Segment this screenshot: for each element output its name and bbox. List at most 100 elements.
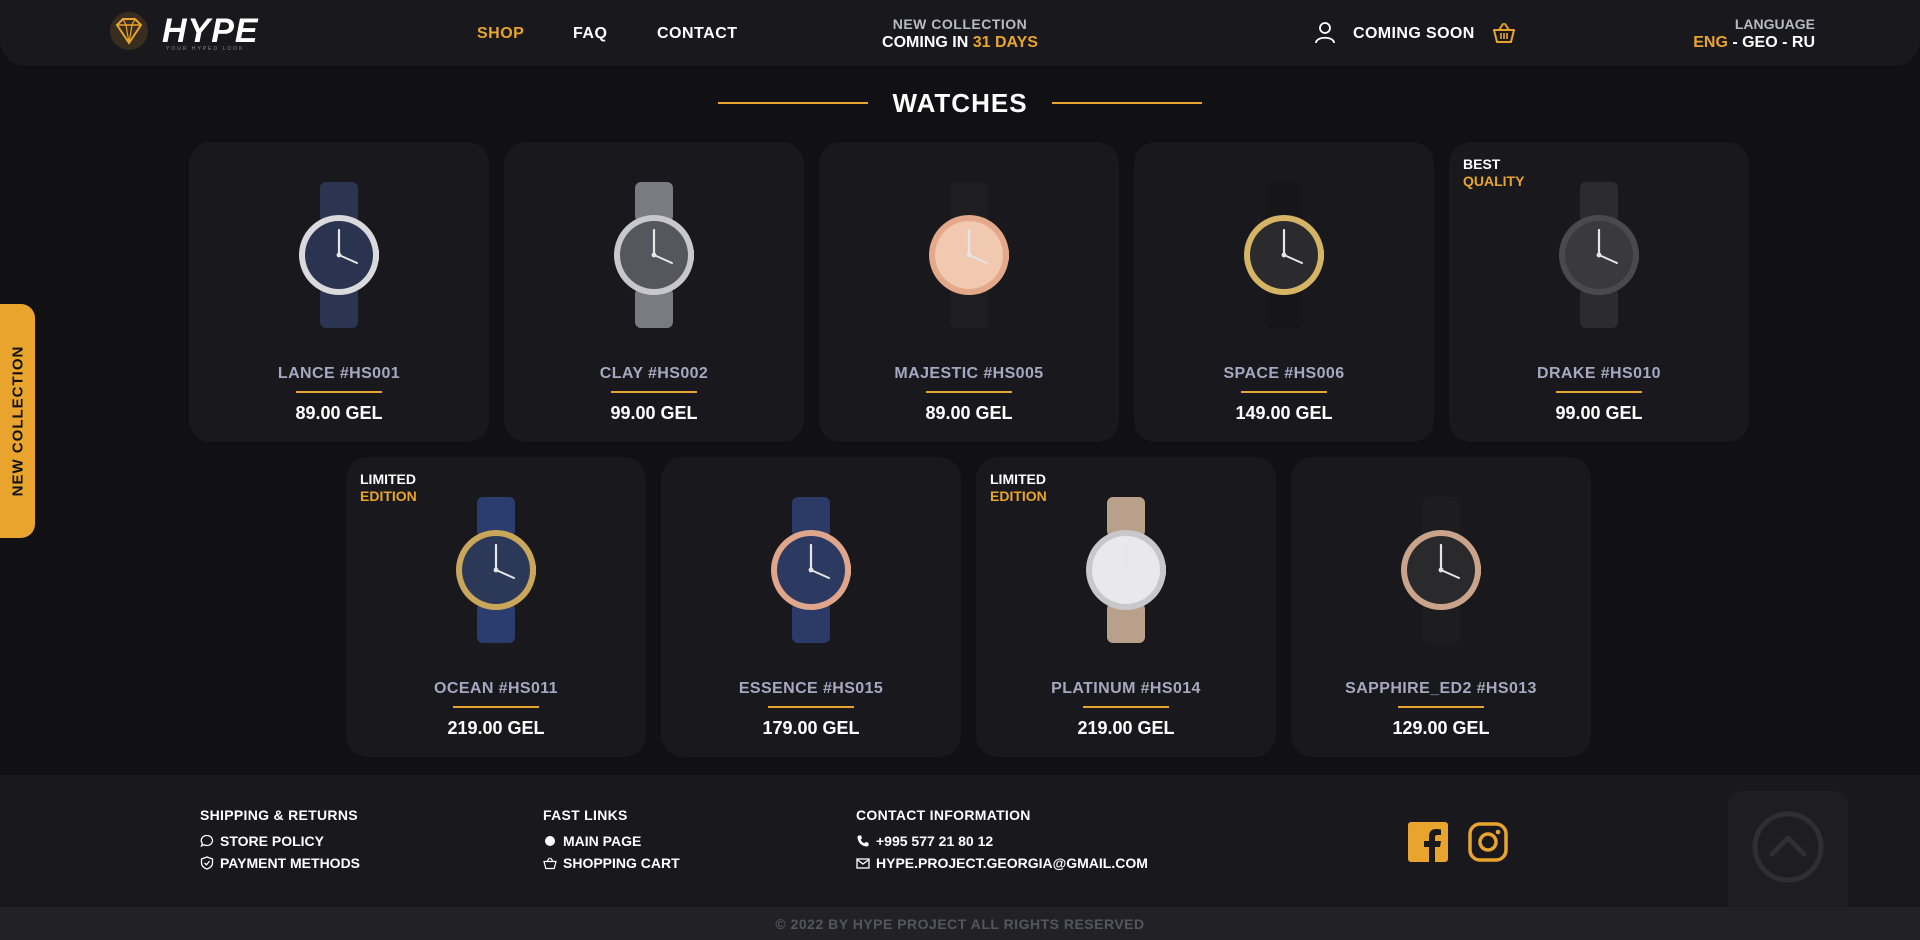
- watch-image: [614, 182, 694, 328]
- store-policy-label: STORE POLICY: [220, 833, 324, 849]
- product-badge: LIMITED EDITION: [360, 471, 417, 505]
- product-card[interactable]: BEST QUALITY DRAKE #HS010 99.00 GEL: [1449, 142, 1749, 442]
- product-name[interactable]: SPACE #HS006: [1134, 365, 1434, 383]
- product-divider: [1083, 706, 1169, 708]
- product-card[interactable]: CLAY #HS002 99.00 GEL: [504, 142, 804, 442]
- days-remaining: 31 DAYS: [972, 34, 1038, 51]
- brand-tagline: YOUR HYPED LOOK: [166, 46, 245, 52]
- badge-line-1: LIMITED: [990, 471, 1046, 487]
- badge-line-2: QUALITY: [1463, 173, 1525, 189]
- watch-image: [1559, 182, 1639, 328]
- product-card[interactable]: ESSENCE #HS015 179.00 GEL: [661, 457, 961, 757]
- user-icon[interactable]: [1314, 21, 1336, 45]
- product-price: 89.00 GEL: [925, 403, 1013, 423]
- phone-number: +995 577 21 80 12: [876, 833, 994, 849]
- product-name[interactable]: OCEAN #HS011: [346, 680, 646, 698]
- footer-fast-links: FAST LINKS MAIN PAGE SHOPPING CART: [543, 807, 680, 877]
- main-page-link[interactable]: MAIN PAGE: [543, 833, 680, 849]
- product-price: 99.00 GEL: [1555, 403, 1643, 423]
- product-card[interactable]: LIMITED EDITION PLATINUM #HS014 219.00 GEL: [976, 457, 1276, 757]
- lang-eng[interactable]: ENG: [1693, 34, 1728, 51]
- diamond-logo-icon: [110, 12, 148, 50]
- product-name[interactable]: SAPPHIRE_ED2 #HS013: [1291, 680, 1591, 698]
- badge-line-2: EDITION: [360, 488, 417, 504]
- watch-image: [1244, 182, 1324, 328]
- nav-contact[interactable]: CONTACT: [657, 25, 738, 43]
- product-divider: [768, 706, 854, 708]
- product-price: 99.00 GEL: [610, 403, 698, 423]
- facebook-icon[interactable]: [1408, 822, 1448, 862]
- product-name[interactable]: PLATINUM #HS014: [976, 680, 1276, 698]
- product-name[interactable]: MAJESTIC #HS005: [819, 365, 1119, 383]
- lang-separator: -: [1727, 34, 1743, 51]
- section-title: WATCHES: [892, 88, 1028, 118]
- lang-ru[interactable]: RU: [1792, 34, 1815, 51]
- store-policy-link[interactable]: STORE POLICY: [200, 833, 360, 849]
- shopping-cart-link[interactable]: SHOPPING CART: [543, 855, 680, 871]
- product-divider: [926, 391, 1012, 393]
- product-divider: [1241, 391, 1327, 393]
- payment-methods-link[interactable]: PAYMENT METHODS: [200, 855, 360, 871]
- main-page-label: MAIN PAGE: [563, 833, 642, 849]
- chat-icon: [200, 834, 214, 848]
- product-name[interactable]: DRAKE #HS010: [1449, 365, 1749, 383]
- lang-separator: -: [1777, 34, 1792, 51]
- new-collection-tab-label: NEW COLLECTION: [9, 345, 26, 497]
- nav-shop[interactable]: SHOP: [477, 25, 524, 43]
- product-name[interactable]: CLAY #HS002: [504, 365, 804, 383]
- payment-methods-label: PAYMENT METHODS: [220, 855, 361, 871]
- nav-faq[interactable]: FAQ: [573, 25, 607, 43]
- watch-image: [771, 497, 851, 643]
- chevron-up-icon: [1752, 811, 1824, 883]
- basket-icon[interactable]: [1492, 21, 1516, 45]
- top-bar: HYPE YOUR HYPED LOOK SHOP FAQ CONTACT NE…: [0, 0, 1920, 66]
- email-link[interactable]: HYPE.PROJECT.GEORGIA@GMAIL.COM: [856, 855, 1148, 871]
- new-collection-tab[interactable]: NEW COLLECTION: [0, 304, 35, 538]
- brand-logo[interactable]: HYPE YOUR HYPED LOOK: [104, 10, 274, 52]
- collection-countdown-text: COMING IN 31 DAYS: [840, 34, 1080, 52]
- copyright-bar: © 2022 BY HYPE PROJECT ALL RIGHTS RESERV…: [0, 907, 1920, 940]
- account-coming-soon: COMING SOON: [1353, 25, 1475, 42]
- collection-label: NEW COLLECTION: [892, 16, 1028, 32]
- phone-icon: [857, 835, 869, 847]
- product-card[interactable]: LANCE #HS001 89.00 GEL: [189, 142, 489, 442]
- product-card[interactable]: SPACE #HS006 149.00 GEL: [1134, 142, 1434, 442]
- copyright-text: © 2022 BY HYPE PROJECT ALL RIGHTS RESERV…: [775, 916, 1145, 932]
- shield-icon: [200, 856, 214, 870]
- mail-icon: [856, 858, 870, 869]
- lang-geo[interactable]: GEO: [1742, 34, 1778, 51]
- product-divider: [296, 391, 382, 393]
- product-price: 129.00 GEL: [1392, 718, 1490, 738]
- footer-contact: CONTACT INFORMATION +995 577 21 80 12 HY…: [856, 807, 1148, 877]
- language-selector: LANGUAGE ENG - GEO - RU: [1693, 16, 1815, 52]
- phone-link[interactable]: +995 577 21 80 12: [856, 833, 1148, 849]
- product-name[interactable]: ESSENCE #HS015: [661, 680, 961, 698]
- basket-icon: [543, 857, 557, 870]
- product-divider: [1556, 391, 1642, 393]
- email-address: HYPE.PROJECT.GEORGIA@GMAIL.COM: [876, 855, 1148, 871]
- language-options: ENG - GEO - RU: [1693, 34, 1815, 52]
- product-price: 219.00 GEL: [1077, 718, 1175, 738]
- title-divider-right: [1052, 102, 1202, 104]
- badge-line-1: LIMITED: [360, 471, 416, 487]
- product-price: 149.00 GEL: [1235, 403, 1333, 423]
- dot-icon: [545, 836, 555, 846]
- watch-image: [299, 182, 379, 328]
- product-badge: BEST QUALITY: [1463, 156, 1524, 190]
- watch-image: [1401, 497, 1481, 643]
- product-price: 219.00 GEL: [447, 718, 545, 738]
- product-card[interactable]: LIMITED EDITION OCEAN #HS011 219.00 GEL: [346, 457, 646, 757]
- coming-prefix: COMING IN: [882, 34, 969, 51]
- shopping-cart-label: SHOPPING CART: [563, 855, 680, 871]
- watch-image: [456, 497, 536, 643]
- footer-contact-title: CONTACT INFORMATION: [856, 807, 1031, 823]
- product-card[interactable]: SAPPHIRE_ED2 #HS013 129.00 GEL: [1291, 457, 1591, 757]
- scroll-to-top-button[interactable]: [1728, 791, 1848, 921]
- title-divider-left: [718, 102, 868, 104]
- badge-line-2: EDITION: [990, 488, 1047, 504]
- product-card[interactable]: MAJESTIC #HS005 89.00 GEL: [819, 142, 1119, 442]
- product-name[interactable]: LANCE #HS001: [189, 365, 489, 383]
- product-badge: LIMITED EDITION: [990, 471, 1047, 505]
- instagram-icon[interactable]: [1468, 822, 1508, 862]
- watch-image: [1086, 497, 1166, 643]
